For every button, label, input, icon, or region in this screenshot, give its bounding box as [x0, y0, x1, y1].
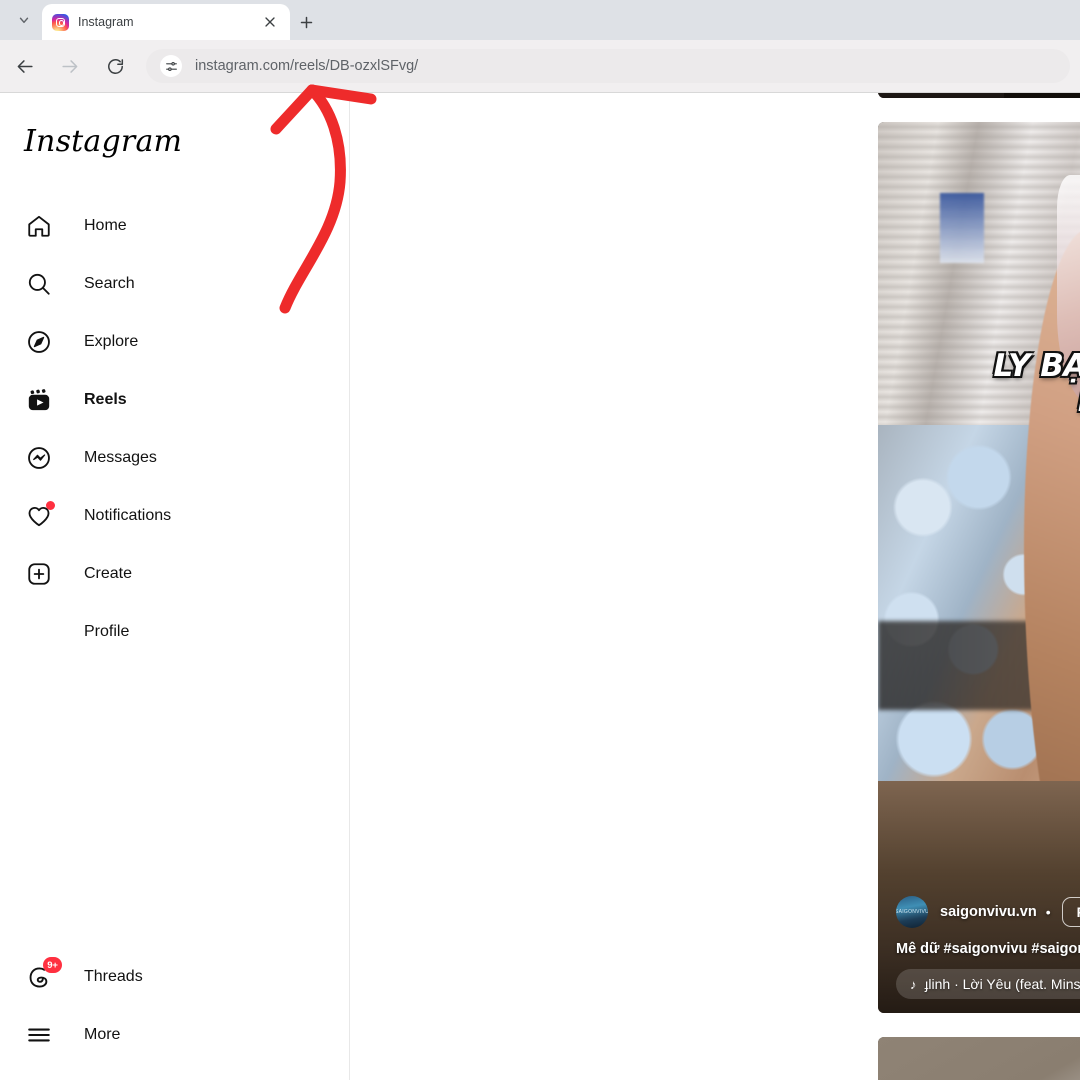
separator-dot: • — [1045, 904, 1051, 920]
avatar[interactable]: SAIGONVIVU — [896, 896, 928, 928]
sidebar-item-label: Home — [84, 217, 127, 234]
follow-button[interactable]: Foll — [1061, 897, 1080, 927]
reels-icon — [24, 385, 54, 415]
reel-card-next[interactable] — [878, 1037, 1080, 1080]
reel-overlay-line-1: LY BẠC XỈU ( — [993, 348, 1080, 385]
sidebar-item-label: Threads — [84, 968, 143, 985]
notification-dot-badge — [46, 501, 55, 510]
reel-overlay-line-2: MÌNH — [992, 384, 1080, 419]
sidebar-item-label: Messages — [84, 449, 157, 466]
home-icon — [24, 211, 54, 241]
reel-card-previous[interactable] — [878, 93, 1080, 98]
sidebar-item-label: Notifications — [84, 507, 172, 524]
reel-overlay-text: LY BẠC XỈU ( MÌNH — [958, 349, 1080, 418]
tune-icon[interactable] — [160, 55, 182, 77]
reel-card-current[interactable]: LY BẠC XỈU ( MÌNH SAIGONVIVU saigonvivu.… — [878, 122, 1080, 1013]
reload-icon[interactable] — [98, 49, 132, 83]
reel-video-next — [878, 1037, 1080, 1080]
reel-video-previous — [878, 93, 1080, 98]
sidebar-item-search[interactable]: Search — [0, 255, 336, 313]
heart-icon — [24, 501, 55, 531]
reel-audio-pill[interactable]: ♪ ɟlinh · Lời Yêu (feat. Minsi — [896, 969, 1080, 999]
sidebar-item-reels[interactable]: Reels — [0, 371, 336, 429]
sidebar-item-profile[interactable]: Profile — [0, 603, 336, 661]
reels-feed[interactable]: LY BẠC XỈU ( MÌNH SAIGONVIVU saigonvivu.… — [351, 93, 1080, 1080]
tab-title: Instagram — [78, 15, 134, 29]
instagram-page: Instagram Home Search Explore Reels Mess… — [0, 93, 1080, 1080]
sidebar-item-create[interactable]: Create — [0, 545, 336, 603]
music-note-icon: ♪ — [910, 976, 917, 992]
new-tab-button[interactable] — [292, 8, 320, 36]
messenger-icon — [24, 443, 54, 473]
address-bar[interactable]: instagram.com/reels/DB-ozxlSFvg/ — [146, 49, 1070, 83]
browser-toolbar: instagram.com/reels/DB-ozxlSFvg/ — [0, 40, 1080, 92]
close-icon[interactable] — [260, 12, 280, 32]
reel-caption[interactable]: Mê dữ #saigonvivu #saigon — [896, 941, 1080, 957]
browser-window: Instagram instagram.com/reels/DB-ozxlSFv… — [0, 0, 1080, 1080]
tab-search-chevron-down-icon[interactable] — [8, 4, 40, 36]
reel-footer: SAIGONVIVU saigonvivu.vn • Foll Mê dữ #s… — [878, 896, 1080, 1013]
sidebar-item-home[interactable]: Home — [0, 197, 336, 255]
search-icon — [24, 269, 54, 299]
forward-arrow-icon — [52, 49, 86, 83]
sidebar-item-more[interactable]: More — [0, 1006, 336, 1064]
instagram-wordmark-logo[interactable]: Instagram — [24, 124, 182, 159]
sidebar-item-notifications[interactable]: Notifications — [0, 487, 336, 545]
threads-icon: 9+ — [24, 957, 62, 992]
instagram-sidebar: Instagram Home Search Explore Reels Mess… — [0, 93, 350, 1080]
sidebar-item-messages[interactable]: Messages — [0, 429, 336, 487]
sidebar-item-label: Search — [84, 275, 135, 292]
compass-icon — [24, 327, 54, 357]
instagram-icon — [52, 13, 69, 31]
url-text: instagram.com/reels/DB-ozxlSFvg/ — [195, 58, 419, 74]
browser-tab-instagram[interactable]: Instagram — [42, 4, 290, 40]
back-arrow-icon[interactable] — [8, 49, 42, 83]
sidebar-item-label: Reels — [84, 391, 127, 408]
browser-tab-strip: Instagram — [0, 0, 1080, 40]
reel-audio-title: ɟlinh · Lời Yêu (feat. Minsi — [924, 976, 1080, 992]
reel-author-row: SAIGONVIVU saigonvivu.vn • Foll — [896, 896, 1080, 928]
reel-username[interactable]: saigonvivu.vn — [940, 904, 1037, 920]
reel-video-current[interactable]: LY BẠC XỈU ( MÌNH SAIGONVIVU saigonvivu.… — [878, 122, 1080, 1013]
sidebar-item-label: Create — [84, 565, 133, 582]
hamburger-menu-icon — [24, 1020, 54, 1050]
plus-square-icon — [24, 559, 54, 589]
sidebar-item-label: More — [84, 1026, 121, 1043]
sidebar-bottom-nav: 9+ Threads More — [0, 948, 350, 1064]
sidebar-item-label: Profile — [84, 623, 130, 640]
sidebar-item-label: Explore — [84, 333, 139, 350]
sidebar-nav-list: Home Search Explore Reels Messages Notif… — [0, 197, 350, 661]
sidebar-item-explore[interactable]: Explore — [0, 313, 336, 371]
sidebar-item-threads[interactable]: 9+ Threads — [0, 948, 336, 1006]
threads-count-badge: 9+ — [43, 957, 62, 973]
